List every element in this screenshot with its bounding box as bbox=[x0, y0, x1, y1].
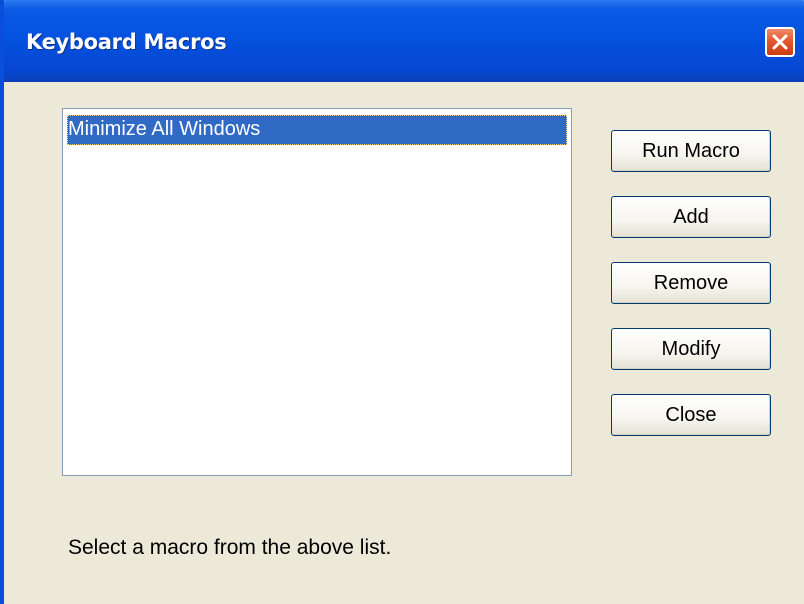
run-macro-button[interactable]: Run Macro bbox=[611, 130, 771, 172]
remove-button[interactable]: Remove bbox=[611, 262, 771, 304]
title-close-button[interactable] bbox=[765, 27, 795, 57]
status-text: Select a macro from the above list. bbox=[68, 536, 392, 559]
list-item[interactable]: Minimize All Windows bbox=[67, 115, 567, 145]
keyboard-macros-dialog: Keyboard Macros Minimize All Windows Run… bbox=[0, 0, 804, 604]
add-button[interactable]: Add bbox=[611, 196, 771, 238]
title-bar[interactable]: Keyboard Macros bbox=[4, 0, 804, 82]
modify-button[interactable]: Modify bbox=[611, 328, 771, 370]
close-button[interactable]: Close bbox=[611, 394, 771, 436]
macro-listbox[interactable]: Minimize All Windows bbox=[62, 108, 572, 476]
window-title: Keyboard Macros bbox=[26, 30, 227, 54]
close-icon bbox=[772, 34, 788, 50]
